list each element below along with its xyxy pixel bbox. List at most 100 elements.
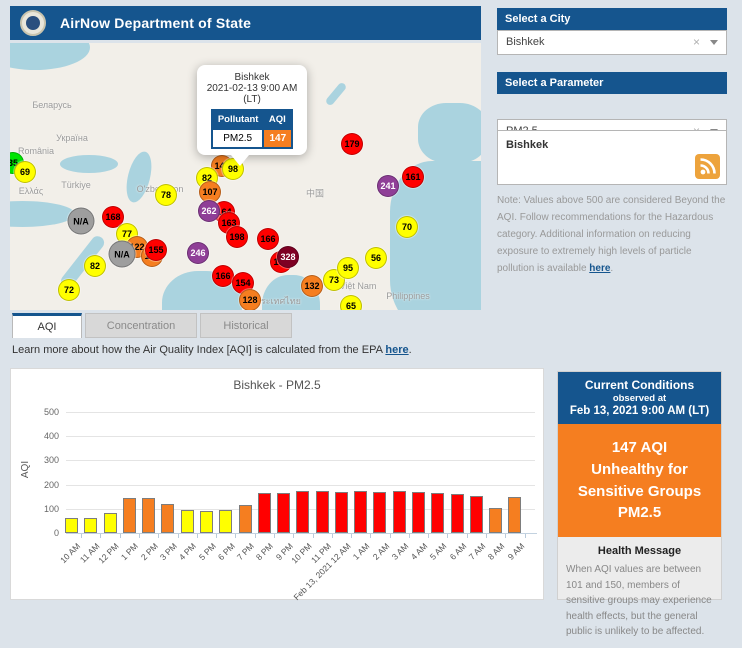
observation-timestamp: Feb 13, 2021 9:00 AM (LT) [562, 405, 717, 417]
chart-x-tick-label: 5 PM [196, 541, 217, 562]
aqi-map-marker[interactable]: 72 [58, 279, 80, 301]
aqi-map-marker[interactable]: N/A [68, 208, 95, 235]
aqi-map-marker[interactable]: 78 [155, 184, 177, 206]
city-clear-icon[interactable]: × [693, 31, 700, 54]
chart-bar[interactable] [451, 494, 464, 533]
aqi-map-marker[interactable]: 328 [277, 246, 299, 268]
chart-bar[interactable] [104, 513, 117, 533]
chart-bar[interactable] [316, 491, 329, 533]
department-of-state-seal-logo [20, 10, 46, 36]
chart-y-tick-label: 400 [29, 431, 59, 441]
sea-shape [10, 43, 90, 70]
aqi-map-marker[interactable]: 155 [145, 239, 167, 261]
city-feed-box: Bishkek [497, 130, 727, 185]
feed-city-name: Bishkek [506, 139, 548, 151]
learn-more-prefix: Learn more about how the Air Quality Ind… [12, 344, 385, 356]
chart-bar[interactable] [161, 504, 174, 533]
chart-bar[interactable] [219, 510, 232, 533]
chart-y-tick-label: 200 [29, 480, 59, 490]
chart-bar[interactable] [123, 498, 136, 533]
chart-bar[interactable] [65, 518, 78, 533]
aqi-map-marker[interactable]: 161 [402, 166, 424, 188]
aqi-world-map[interactable]: БеларусьУкраїнаRomâniaΕλλάςTürkiyeO'zbek… [10, 43, 481, 310]
learn-more-suffix: . [409, 344, 412, 356]
map-place-label: Беларусь [32, 100, 71, 110]
current-aqi-category: Unhealthy for Sensitive Groups [564, 459, 715, 503]
chart-gridline [66, 485, 535, 486]
health-message-text: When AQI values are between 101 and 150,… [566, 562, 713, 640]
learn-more-text: Learn more about how the Air Quality Ind… [12, 344, 412, 356]
chart-x-tick-label: 1 PM [119, 541, 140, 562]
health-message-title: Health Message [566, 545, 713, 557]
app-header: AirNow Department of State [10, 6, 481, 40]
city-select[interactable]: Bishkek × [497, 30, 727, 55]
chart-x-tick [158, 534, 159, 538]
popup-aqi-value: 147 [263, 129, 292, 148]
select-city-header: Select a City [497, 8, 727, 30]
chart-x-tick-label: 8 PM [254, 541, 275, 562]
health-message-section: Health Message When AQI values are betwe… [558, 537, 721, 648]
current-conditions-panel: Current Conditions observed at Feb 13, 2… [557, 371, 722, 600]
chart-bar[interactable] [258, 493, 271, 533]
aqi-map-marker[interactable]: 82 [84, 255, 106, 277]
aqi-map-marker[interactable]: 65 [340, 295, 362, 310]
popup-col-aqi: AQI [263, 110, 292, 129]
chart-bar[interactable] [354, 491, 367, 533]
chart-x-tick [447, 534, 448, 538]
aqi-map-marker[interactable]: 128 [239, 289, 261, 310]
aqi-map-marker[interactable]: 241 [377, 175, 399, 197]
tab-concentration[interactable]: Concentration [85, 313, 197, 338]
chart-x-tick-label: 5 AM [428, 541, 449, 562]
chart-bar[interactable] [335, 492, 348, 533]
lake-baikal-shape [325, 81, 348, 106]
chart-bar[interactable] [508, 497, 521, 533]
popup-city: Bishkek [202, 72, 302, 83]
chart-x-tick-label: 10 PM [289, 541, 313, 565]
chart-x-tick [81, 534, 82, 538]
chart-bar[interactable] [181, 510, 194, 533]
aqi-map-marker[interactable]: 70 [396, 216, 418, 238]
chart-x-tick-label: 4 PM [177, 541, 198, 562]
aqi-map-marker[interactable]: 166 [257, 228, 279, 250]
map-place-label: Türkiye [61, 180, 91, 190]
chart-gridline [66, 460, 535, 461]
city-chevron-down-icon[interactable] [710, 40, 718, 45]
note-link[interactable]: here [589, 263, 610, 274]
chart-bar[interactable] [393, 491, 406, 533]
chart-x-axis-line [66, 533, 537, 534]
chart-y-tick-label: 500 [29, 407, 59, 417]
aqi-map-marker[interactable]: 132 [301, 275, 323, 297]
chart-bar[interactable] [470, 496, 483, 533]
aqi-map-marker[interactable]: 179 [341, 133, 363, 155]
rss-feed-icon[interactable] [695, 154, 720, 179]
chart-x-tick [428, 534, 429, 538]
chart-bar[interactable] [412, 492, 425, 533]
chart-bar[interactable] [200, 511, 213, 533]
chart-bar[interactable] [239, 505, 252, 533]
aqi-map-marker[interactable]: 95 [337, 257, 359, 279]
sea-shape [10, 201, 75, 227]
chart-bar[interactable] [489, 508, 502, 533]
aqi-map-marker[interactable]: N/A [109, 241, 136, 268]
chart-y-tick-label: 300 [29, 455, 59, 465]
aqi-map-marker[interactable]: 166 [212, 265, 234, 287]
chart-bar[interactable] [431, 493, 444, 533]
chart-bar[interactable] [142, 498, 155, 533]
aqi-map-marker[interactable]: 198 [226, 226, 248, 248]
chart-x-tick-label: 10 AM [58, 541, 82, 565]
tab-historical[interactable]: Historical [200, 313, 292, 338]
learn-more-link[interactable]: here [385, 344, 408, 356]
chart-x-tick-label: 8 AM [486, 541, 507, 562]
chart-x-tick [467, 534, 468, 538]
aqi-map-marker[interactable]: 69 [14, 161, 36, 183]
aqi-map-marker[interactable]: 262 [198, 200, 220, 222]
chart-gridline [66, 436, 535, 437]
aqi-map-marker[interactable]: 246 [187, 242, 209, 264]
chart-bar[interactable] [296, 491, 309, 533]
chart-bar[interactable] [84, 518, 97, 533]
tab-aqi[interactable]: AQI [12, 313, 82, 338]
chart-x-tick [390, 534, 391, 538]
chart-bar[interactable] [373, 492, 386, 533]
aqi-map-marker[interactable]: 56 [365, 247, 387, 269]
chart-bar[interactable] [277, 493, 290, 533]
